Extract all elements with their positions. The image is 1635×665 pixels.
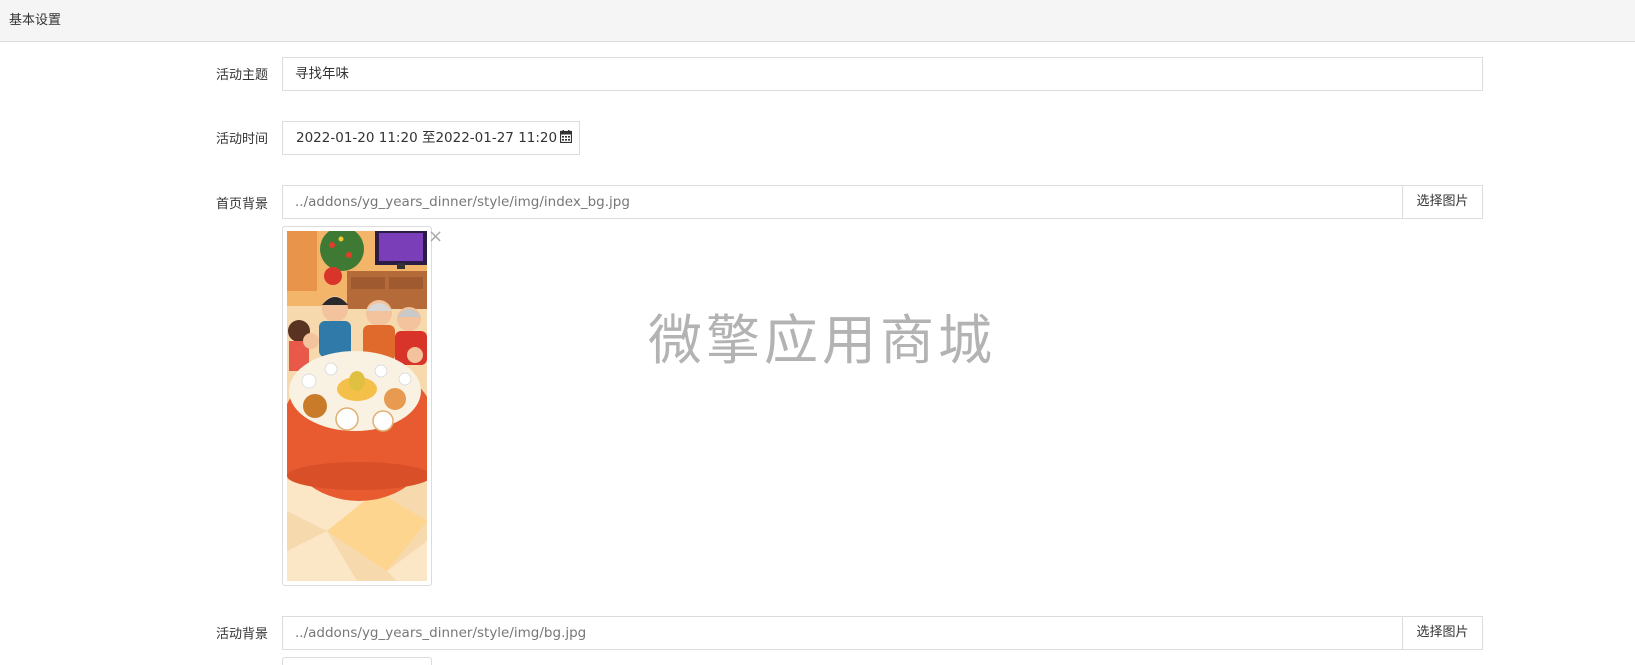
- home-bg-label: 首页背景: [215, 197, 268, 212]
- home-bg-thumbnail: [282, 226, 432, 586]
- activity-bg-select-button[interactable]: 选择图片: [1402, 616, 1483, 650]
- calendar-icon: [560, 130, 573, 143]
- activity-bg-thumbnail: [282, 657, 432, 665]
- time-label: 活动时间: [215, 132, 268, 147]
- watermark-text: 微擎应用商城: [648, 309, 996, 372]
- home-bg-path-input[interactable]: ../addons/yg_years_dinner/style/img/inde…: [282, 185, 1403, 219]
- theme-input[interactable]: 寻找年味: [282, 57, 1483, 91]
- home-bg-path-value: ../addons/yg_years_dinner/style/img/inde…: [295, 194, 630, 210]
- panel-title: 基本设置: [9, 13, 62, 28]
- activity-bg-path-value: ../addons/yg_years_dinner/style/img/bg.j…: [295, 625, 587, 641]
- time-range-value: 2022-01-20 11:20 至2022-01-27 11:20: [296, 130, 558, 146]
- remove-image-icon[interactable]: ×: [428, 228, 443, 246]
- home-bg-select-button[interactable]: 选择图片: [1402, 185, 1483, 219]
- panel-heading: 基本设置: [0, 0, 1635, 42]
- home-bg-image: [287, 231, 427, 581]
- time-range-input[interactable]: 2022-01-20 11:20 至2022-01-27 11:20: [282, 121, 580, 155]
- theme-label: 活动主题: [215, 68, 268, 83]
- theme-input-value: 寻找年味: [295, 66, 349, 82]
- activity-bg-label: 活动背景: [215, 627, 268, 642]
- activity-bg-path-input[interactable]: ../addons/yg_years_dinner/style/img/bg.j…: [282, 616, 1403, 650]
